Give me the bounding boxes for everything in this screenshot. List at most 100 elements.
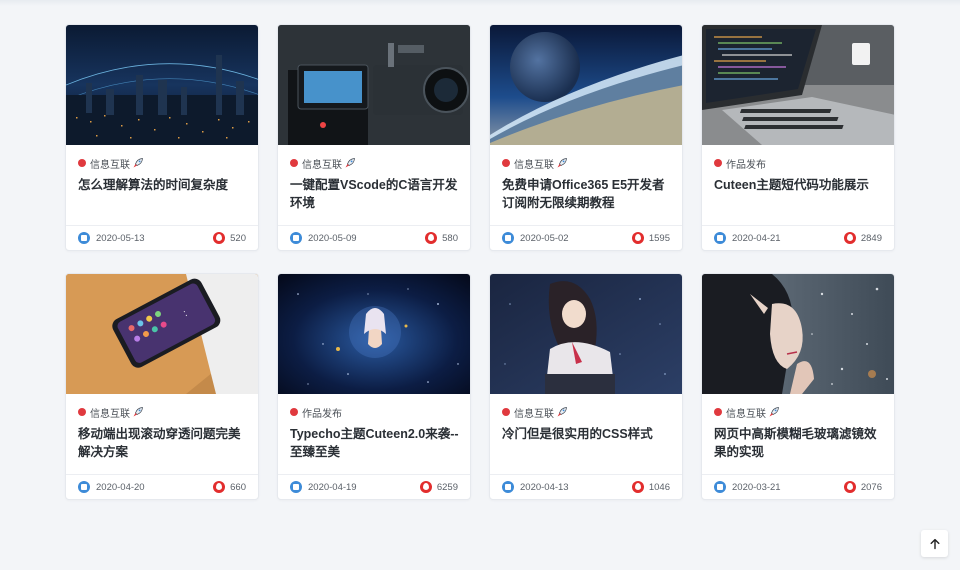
post-title[interactable]: 移动端出现滚动穿透问题完美解决方案 (78, 425, 250, 461)
post-category[interactable]: 信息互联 (502, 156, 568, 171)
category-label: 信息互联 (90, 408, 130, 420)
laptop-code-image (702, 25, 894, 145)
category-dot-icon (290, 159, 298, 167)
calendar-icon (714, 232, 726, 244)
header-shadow (0, 0, 960, 6)
post-date: 2020-05-02 (520, 232, 569, 244)
post-views: 1595 (648, 232, 670, 244)
category-label: 作品发布 (302, 408, 342, 420)
post-thumbnail[interactable] (278, 274, 470, 394)
post-title[interactable]: 冷门但是很实用的CSS样式 (502, 425, 674, 443)
post-card[interactable]: 信息互联 冷门但是很实用的CSS样式 2020-04-13 1046 (489, 273, 683, 500)
rocket-icon (345, 158, 355, 168)
post-category[interactable]: 信息互联 (502, 405, 568, 420)
post-card[interactable]: 作品发布 Typecho主题Cuteen2.0来袭--至臻至美 2020-04-… (277, 273, 471, 500)
post-date: 2020-04-19 (308, 481, 357, 493)
post-date: 2020-05-13 (96, 232, 145, 244)
post-meta: 2020-05-13 520 (66, 225, 258, 250)
calendar-icon (290, 481, 302, 493)
post-card[interactable]: : 信息互联 移动端出现滚动穿透问题完美解决方案 2020-04-20 660 (65, 273, 259, 500)
category-dot-icon (714, 408, 722, 416)
post-card[interactable]: 信息互联 一键配置VScode的C语言开发环境 2020-05-09 580 (277, 24, 471, 251)
post-views: 1046 (648, 481, 670, 493)
post-card[interactable]: 信息互联 网页中高斯模糊毛玻璃滤镜效果的实现 2020-03-21 2076 (701, 273, 895, 500)
post-thumbnail[interactable]: : (66, 274, 258, 394)
post-title[interactable]: Cuteen主题短代码功能展示 (714, 176, 886, 194)
post-meta: 2020-03-21 2076 (702, 474, 894, 499)
arrow-up-icon (930, 538, 939, 549)
post-thumbnail[interactable] (66, 25, 258, 145)
post-views: 660 (230, 481, 246, 493)
post-views: 580 (442, 232, 458, 244)
post-category[interactable]: 作品发布 (714, 156, 766, 171)
post-title[interactable]: 怎么理解算法的时间复杂度 (78, 176, 250, 194)
elf-girl-snow-image (702, 274, 894, 394)
post-meta: 2020-04-13 1046 (490, 474, 682, 499)
rocket-icon (769, 407, 779, 417)
post-thumbnail[interactable] (278, 25, 470, 145)
post-card[interactable]: 信息互联 怎么理解算法的时间复杂度 2020-05-13 520 (65, 24, 259, 251)
fire-icon (213, 232, 226, 244)
category-dot-icon (502, 408, 510, 416)
post-date: 2020-04-13 (520, 481, 569, 493)
video-camera-image (278, 25, 470, 145)
rocket-icon (133, 158, 143, 168)
post-views: 2076 (860, 481, 882, 493)
anime-girl-starry-image (490, 274, 682, 394)
post-card[interactable]: 作品发布 Cuteen主题短代码功能展示 2020-04-21 2849 (701, 24, 895, 251)
rocket-icon (133, 407, 143, 417)
post-title[interactable]: Typecho主题Cuteen2.0来袭--至臻至美 (290, 425, 462, 461)
category-label: 信息互联 (302, 159, 342, 171)
post-thumbnail[interactable] (490, 25, 682, 145)
post-title[interactable]: 一键配置VScode的C语言开发环境 (290, 176, 462, 212)
calendar-icon (714, 481, 726, 493)
post-views: 520 (230, 232, 246, 244)
post-category[interactable]: 信息互联 (78, 405, 144, 420)
category-label: 信息互联 (90, 159, 130, 171)
category-label: 信息互联 (514, 408, 554, 420)
post-category[interactable]: 信息互联 (78, 156, 144, 171)
post-meta: 2020-04-21 2849 (702, 225, 894, 250)
calendar-icon (502, 232, 514, 244)
calendar-icon (78, 481, 90, 493)
fire-icon (425, 232, 438, 244)
category-dot-icon (78, 159, 86, 167)
post-thumbnail[interactable] (702, 25, 894, 145)
anime-space-girl-image (278, 274, 470, 394)
post-card[interactable]: 信息互联 免费申请Office365 E5开发者订阅附无限续期教程 2020-0… (489, 24, 683, 251)
post-thumbnail[interactable] (702, 274, 894, 394)
planet-horizon-image (490, 25, 682, 145)
smartphone-image: : (66, 274, 258, 394)
post-grid: 信息互联 怎么理解算法的时间复杂度 2020-05-13 520 信息互联 一键… (65, 24, 895, 500)
post-thumbnail[interactable] (490, 274, 682, 394)
post-title[interactable]: 网页中高斯模糊毛玻璃滤镜效果的实现 (714, 425, 886, 461)
calendar-icon (290, 232, 302, 244)
post-date: 2020-05-09 (308, 232, 357, 244)
category-dot-icon (714, 159, 722, 167)
category-label: 作品发布 (726, 159, 766, 171)
fire-icon (419, 481, 432, 493)
back-to-top-button[interactable] (921, 530, 948, 557)
category-dot-icon (290, 408, 298, 416)
post-meta: 2020-04-20 660 (66, 474, 258, 499)
post-meta: 2020-05-02 1595 (490, 225, 682, 250)
rocket-icon (557, 407, 567, 417)
post-category[interactable]: 信息互联 (290, 156, 356, 171)
category-dot-icon (78, 408, 86, 416)
category-dot-icon (502, 159, 510, 167)
fire-icon (631, 481, 644, 493)
city-night-skyline-image (66, 25, 258, 145)
post-views: 2849 (860, 232, 882, 244)
post-category[interactable]: 作品发布 (290, 405, 342, 420)
post-date: 2020-04-20 (96, 481, 145, 493)
category-label: 信息互联 (514, 159, 554, 171)
post-meta: 2020-04-19 6259 (278, 474, 470, 499)
post-category[interactable]: 信息互联 (714, 405, 780, 420)
fire-icon (213, 481, 226, 493)
rocket-icon (557, 158, 567, 168)
post-title[interactable]: 免费申请Office365 E5开发者订阅附无限续期教程 (502, 176, 674, 212)
category-label: 信息互联 (726, 408, 766, 420)
post-meta: 2020-05-09 580 (278, 225, 470, 250)
fire-icon (843, 232, 856, 244)
post-views: 6259 (436, 481, 458, 493)
